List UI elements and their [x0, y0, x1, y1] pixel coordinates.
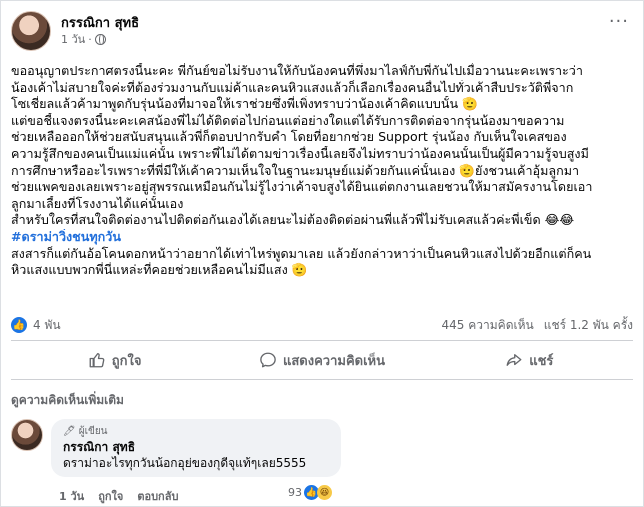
comment-button-label: แสดงความคิดเห็น [282, 353, 385, 369]
post-header: กรรณิกา สุทธิ 1 วัน · [11, 11, 139, 51]
share-button-label: แชร์ [529, 353, 554, 369]
post-line: หิวแสงแบบพวกพี่นี่แหล่ะที่คอยช่วยเหลือคน… [11, 262, 308, 278]
comment-reaction-count: 93 [288, 486, 302, 499]
globe-icon [94, 33, 106, 45]
post-card: กรรณิกา สุทธิ 1 วัน · ··· ขออนุญาตประกาศ… [0, 0, 644, 507]
post-line: น้องเค้าไม่สบายใจค่ะที่ต้องร่วมงานกับแม่… [11, 79, 574, 95]
post-line: แต่ขอชี้แจงตรงนี้นะคะเคสน้องพี่ไม่ได้ติด… [11, 112, 565, 128]
post-actions: ถูกใจ แสดงความคิดเห็น แชร์ [11, 346, 633, 374]
post-line: สำหรับใครที่สนใจติดต่องานไปติดต่อกันเองไ… [11, 212, 575, 228]
comment-button[interactable]: แสดงความคิดเห็น [218, 346, 425, 374]
share-button[interactable]: แชร์ [426, 346, 633, 374]
more-options-icon[interactable]: ··· [609, 13, 629, 31]
author-avatar[interactable] [11, 11, 51, 51]
comment-icon [260, 352, 276, 368]
post-body: ขออนุญาตประกาศตรงนี้นะคะ พี่กันย์ขอไม่รั… [11, 63, 635, 279]
like-button[interactable]: ถูกใจ [11, 346, 218, 374]
comment-reactions[interactable]: 93 👍 😆 [288, 485, 332, 500]
stats-right: 445 ความคิดเห็น แชร์ 1.2 พัน ครั้ง [442, 316, 633, 335]
post-header-text: กรรณิกา สุทธิ 1 วัน · [61, 16, 139, 47]
comment: 🖊 ผู้เขียน กรรณิกา สุทธิ ดราม่าอะไรทุกวั… [11, 419, 341, 477]
post-line: ขออนุญาตประกาศตรงนี้นะคะ พี่กันย์ขอไม่รั… [11, 63, 583, 78]
comment-actions: 1 วัน ถูกใจ ตอบกลับ [59, 487, 178, 505]
share-icon [506, 354, 522, 366]
post-line: สงสารก็แต่กันอ้อโคนดอกหน้าว่าอยากได้เท่า… [11, 245, 592, 261]
view-more-comments-link[interactable]: ดูความคิดเห็นเพิ่มเติม [11, 391, 124, 410]
author-badge: 🖊 ผู้เขียน [63, 424, 329, 439]
divider [11, 340, 633, 341]
comment-time[interactable]: 1 วัน [59, 487, 84, 505]
post-stats: 👍 4 พัน 445 ความคิดเห็น แชร์ 1.2 พัน ครั… [11, 316, 633, 334]
haha-reaction-icon: 😆 [317, 485, 332, 500]
commenter-avatar[interactable] [11, 419, 43, 451]
comment-like-button[interactable]: ถูกใจ [98, 487, 123, 505]
post-author[interactable]: กรรณิกา สุทธิ [61, 16, 139, 32]
comment-text: ดราม่าอะไรทุกวันน้อกอุย่ของกุดีจุแท้ๆเลย… [63, 456, 307, 470]
post-line: ความรู้สึกของคนเป็นแม่แค่นั้น เพราะพี่ไม… [11, 145, 589, 161]
post-time[interactable]: 1 วัน [61, 32, 85, 47]
like-button-label: ถูกใจ [111, 353, 142, 369]
comment-reply-button[interactable]: ตอบกลับ [137, 487, 178, 505]
post-meta: 1 วัน · [61, 32, 139, 47]
comments-count[interactable]: 445 ความคิดเห็น [442, 316, 534, 335]
like-reaction-icon: 👍 [11, 317, 27, 333]
commenter-name[interactable]: กรรณิกา สุทธิ [63, 439, 329, 455]
comment-bubble: 🖊 ผู้เขียน กรรณิกา สุทธิ ดราม่าอะไรทุกวั… [51, 419, 341, 477]
post-line: ช่วยแพคของเลยเพราะอยู่สุพรรณเหมือนกันไม่… [11, 179, 593, 195]
likes-count[interactable]: 4 พัน [33, 316, 61, 335]
divider [11, 379, 633, 380]
post-line: การศึกษาหรืออะไรเพราะที่พี่มีให้เค้าความ… [11, 162, 580, 178]
shares-count[interactable]: แชร์ 1.2 พัน ครั้ง [544, 316, 633, 335]
pen-icon: 🖊 [63, 426, 76, 437]
post-line: โซเชี่ยลแล้วค้ามาพูดกับรุ่นน้องที่มาจอให… [11, 96, 478, 112]
hashtag-link[interactable]: #ดราม่าวิ่งชนทุกวัน [11, 229, 635, 246]
post-line: ช่วยเหลือออกให้ช่วยสนับสนุนแล้วพี่ก็ตอบป… [11, 129, 567, 145]
author-badge-label: ผู้เขียน [78, 426, 108, 437]
thumbs-up-icon [89, 352, 105, 368]
post-line: ลูกมาเลี้ยงที่โรงงานได้แค่นั้นเอง [11, 195, 184, 211]
